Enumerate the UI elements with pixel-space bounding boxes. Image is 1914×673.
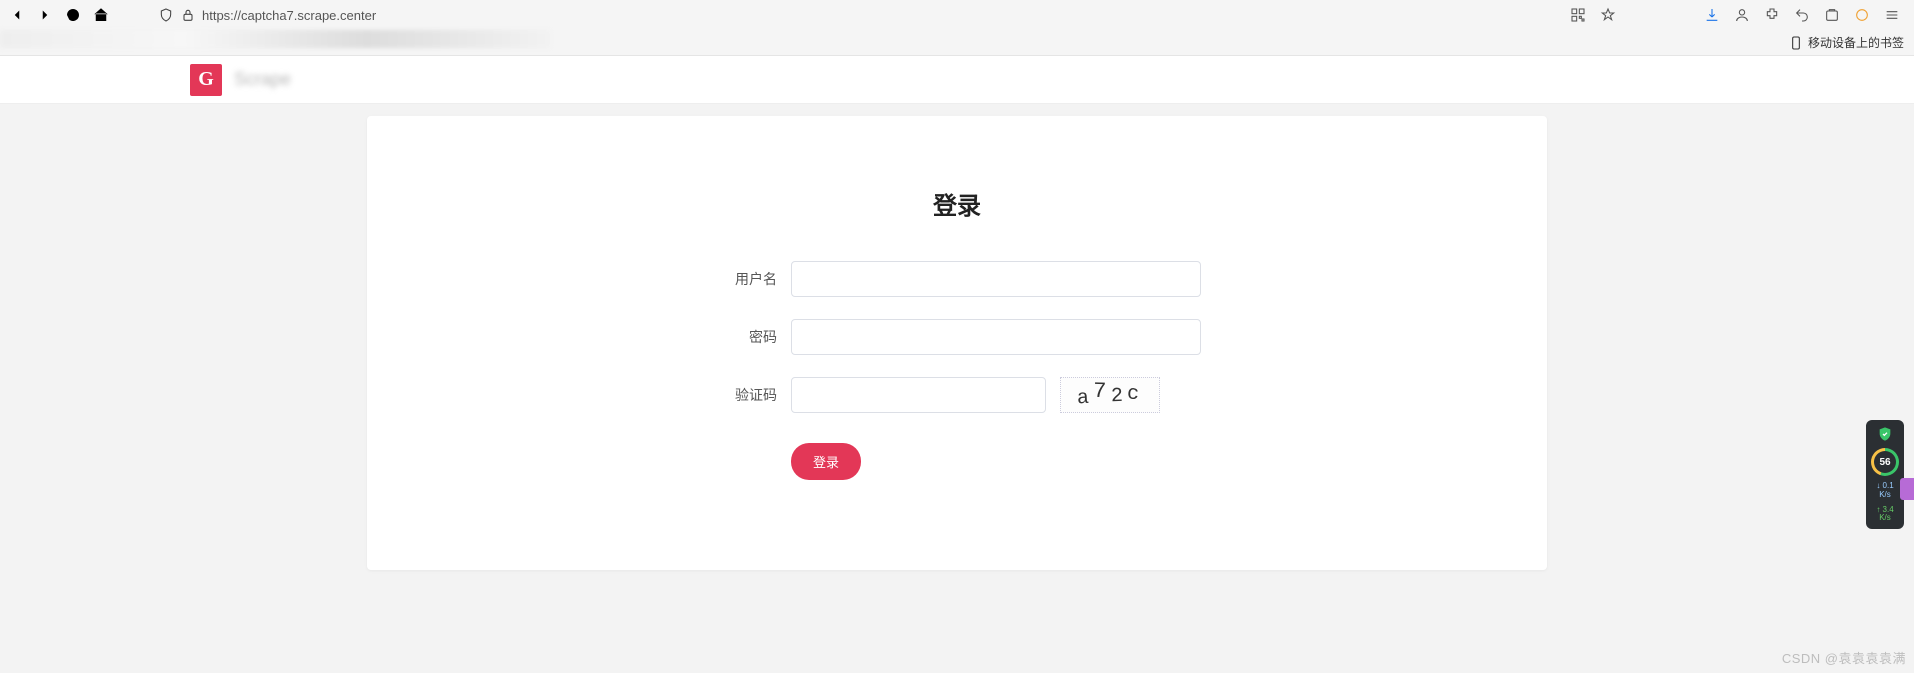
device-icon <box>1788 35 1804 51</box>
captcha-char-4: c <box>1126 382 1144 406</box>
side-tab[interactable] <box>1900 478 1914 500</box>
login-title: 登录 <box>367 186 1547 221</box>
pin-icon[interactable] <box>1854 7 1870 23</box>
toolbar-right <box>1570 7 1900 23</box>
captcha-char-3: 2 <box>1110 384 1127 408</box>
row-username: 用户名 <box>367 261 1547 297</box>
score-value: 56 <box>1874 451 1896 473</box>
net-down: ↓ 0.1K/s <box>1876 482 1893 500</box>
site-brand: Scrape <box>234 69 291 90</box>
site-logo[interactable]: G <box>190 64 222 96</box>
label-captcha: 验证码 <box>717 385 777 405</box>
star-icon[interactable] <box>1600 7 1616 23</box>
content-area: 登录 用户名 密码 验证码 a 7 2 c 登录 <box>0 104 1914 570</box>
account-icon[interactable] <box>1734 7 1750 23</box>
extensions-icon[interactable] <box>1764 7 1780 23</box>
login-card: 登录 用户名 密码 验证码 a 7 2 c 登录 <box>367 116 1547 570</box>
row-captcha: 验证码 a 7 2 c <box>367 377 1547 413</box>
score-ring: 56 <box>1871 448 1899 476</box>
label-password: 密码 <box>717 327 777 347</box>
shield-icon <box>158 7 174 23</box>
download-icon[interactable] <box>1704 7 1720 23</box>
net-up: ↑ 3.4K/s <box>1876 506 1893 524</box>
captcha-input[interactable] <box>791 377 1046 413</box>
captcha-char-1: a <box>1077 386 1094 410</box>
watermark: CSDN @袁袁袁袁满 <box>1782 648 1906 667</box>
bookmark-label: 移动设备上的书签 <box>1808 34 1904 51</box>
perf-widget[interactable]: 56 ↓ 0.1K/s ↑ 3.4K/s <box>1866 420 1904 529</box>
reload-button[interactable] <box>64 6 82 24</box>
login-button[interactable]: 登录 <box>791 443 861 480</box>
captcha-char-2: 7 <box>1093 378 1111 404</box>
label-username: 用户名 <box>717 269 777 289</box>
address-bar[interactable]: https://captcha7.scrape.center <box>158 7 1562 23</box>
back-button[interactable] <box>8 6 26 24</box>
row-submit: 登录 <box>367 443 1547 480</box>
forward-button[interactable] <box>36 6 54 24</box>
site-header: G Scrape <box>0 56 1914 104</box>
captcha-image[interactable]: a 7 2 c <box>1060 377 1160 413</box>
password-input[interactable] <box>791 319 1201 355</box>
qr-icon[interactable] <box>1570 7 1586 23</box>
browser-toolbar: https://captcha7.scrape.center <box>0 0 1914 30</box>
blurred-tabs <box>0 30 550 48</box>
nav-buttons <box>8 6 110 24</box>
row-password: 密码 <box>367 319 1547 355</box>
bookmark-mobile[interactable]: 移动设备上的书签 <box>1788 34 1904 51</box>
tab-icon[interactable] <box>1824 7 1840 23</box>
lock-icon <box>180 7 196 23</box>
shield-ok-icon <box>1877 426 1893 442</box>
url-text: https://captcha7.scrape.center <box>202 8 376 23</box>
username-input[interactable] <box>791 261 1201 297</box>
undo-icon[interactable] <box>1794 7 1810 23</box>
home-button[interactable] <box>92 6 110 24</box>
menu-icon[interactable] <box>1884 7 1900 23</box>
